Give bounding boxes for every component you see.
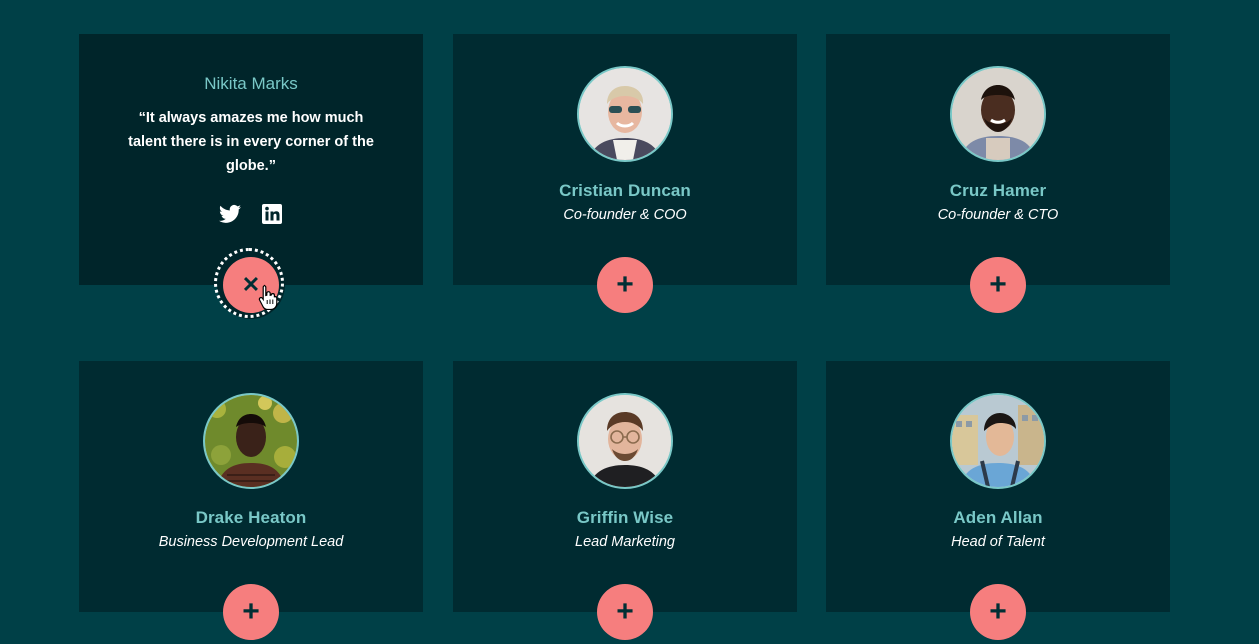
member-name: Cristian Duncan <box>559 181 691 200</box>
team-card: Cruz Hamer Co-founder & CTO + <box>826 34 1170 313</box>
expand-button[interactable]: + <box>597 584 653 640</box>
team-card: Drake Heaton Business Development Lead + <box>79 361 423 640</box>
expand-button[interactable]: + <box>223 584 279 640</box>
plus-icon: + <box>242 595 260 628</box>
expand-button[interactable]: + <box>597 257 653 313</box>
expand-button[interactable]: + <box>970 584 1026 640</box>
member-name: Griffin Wise <box>576 508 674 527</box>
avatar <box>950 66 1046 162</box>
member-role: Business Development Lead <box>158 534 344 550</box>
team-grid: Nikita Marks “It always amazes me how mu… <box>0 0 1259 644</box>
social-links <box>79 202 423 226</box>
hand-cursor-icon <box>258 284 278 310</box>
linkedin-icon[interactable] <box>260 202 284 226</box>
plus-icon: + <box>616 268 634 301</box>
avatar <box>577 66 673 162</box>
plus-icon: + <box>616 595 634 628</box>
member-role: Head of Talent <box>951 534 1045 550</box>
team-card-featured: Nikita Marks “It always amazes me how mu… <box>79 34 423 318</box>
expand-button[interactable]: + <box>970 257 1026 313</box>
plus-icon: + <box>989 595 1007 628</box>
member-name: Nikita Marks <box>204 74 298 93</box>
member-name: Aden Allan <box>953 508 1043 527</box>
avatar <box>950 393 1046 489</box>
member-role: Lead Marketing <box>575 534 675 550</box>
avatar <box>577 393 673 489</box>
twitter-icon[interactable] <box>218 202 242 226</box>
member-role: Co-founder & CTO <box>937 207 1059 223</box>
member-name: Cruz Hamer <box>949 181 1047 200</box>
team-card: Cristian Duncan Co-founder & COO + <box>453 34 797 313</box>
member-role: Co-founder & COO <box>563 207 687 223</box>
member-name: Drake Heaton <box>195 508 307 527</box>
team-card: Griffin Wise Lead Marketing + <box>453 361 797 640</box>
plus-icon: + <box>989 268 1007 301</box>
member-quote: “It always amazes me how much talent the… <box>128 110 374 174</box>
avatar <box>203 393 299 489</box>
team-card: Aden Allan Head of Talent + <box>826 361 1170 640</box>
